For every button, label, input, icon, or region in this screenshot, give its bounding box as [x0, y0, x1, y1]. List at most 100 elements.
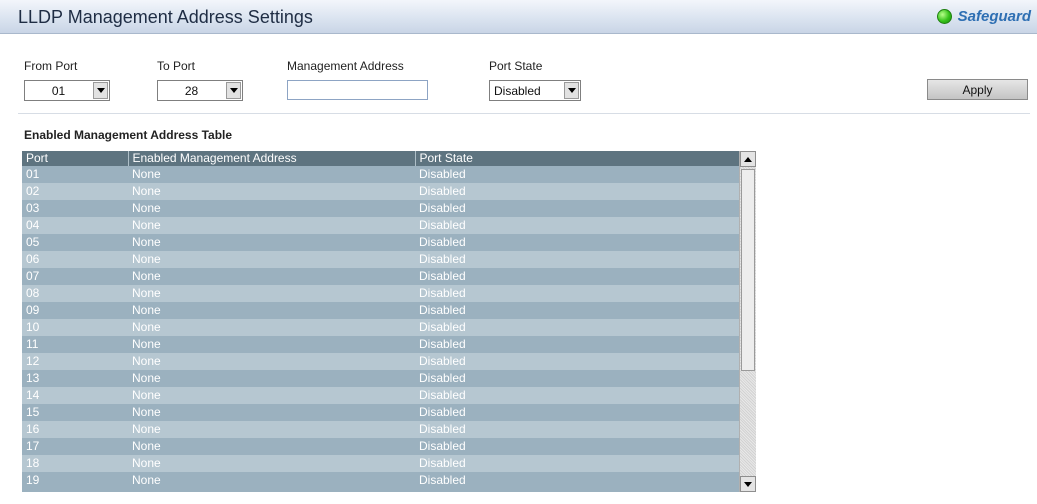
cell-port: 18	[22, 455, 128, 472]
to-port-select[interactable]: 28	[157, 80, 243, 101]
scroll-thumb[interactable]	[741, 169, 755, 371]
cell-address: None	[128, 353, 415, 370]
from-port-label: From Port	[24, 59, 78, 73]
chevron-down-icon[interactable]	[93, 82, 108, 99]
cell-port: 10	[22, 319, 128, 336]
table-row: 10 None Disabled	[22, 319, 739, 336]
safeguard-indicator[interactable]: Safeguard	[936, 8, 1031, 25]
cell-port: 01	[22, 166, 128, 183]
cell-address: None	[128, 251, 415, 268]
table-row: 09 None Disabled	[22, 302, 739, 319]
column-header-port: Port	[22, 151, 129, 166]
cell-port-state: Disabled	[415, 251, 739, 268]
table-row: 07 None Disabled	[22, 268, 739, 285]
to-port-label: To Port	[157, 59, 196, 73]
table-row: 03 None Disabled	[22, 200, 739, 217]
table-row: 01 None Disabled	[22, 166, 739, 183]
section-title: Enabled Management Address Table	[24, 128, 233, 142]
cell-port: 07	[22, 268, 128, 285]
title-bar: LLDP Management Address Settings Safegua…	[0, 0, 1037, 34]
cell-port-state: Disabled	[415, 234, 739, 251]
cell-port: 14	[22, 387, 128, 404]
cell-port: 13	[22, 370, 128, 387]
cell-port-state: Disabled	[415, 370, 739, 387]
management-address-label: Management Address	[287, 59, 404, 73]
table-row: 19 None Disabled	[22, 472, 739, 489]
cell-port: 02	[22, 183, 128, 200]
cell-address: None	[128, 455, 415, 472]
port-state-value: Disabled	[494, 83, 541, 98]
cell-address: None	[128, 285, 415, 302]
cell-port-state: Disabled	[415, 200, 739, 217]
cell-address: None	[128, 302, 415, 319]
cell-port: 09	[22, 302, 128, 319]
management-address-input[interactable]	[287, 80, 428, 100]
cell-address: None	[128, 234, 415, 251]
chevron-down-icon[interactable]	[564, 82, 579, 99]
table-row: 14 None Disabled	[22, 387, 739, 404]
cell-port-state: Disabled	[415, 336, 739, 353]
cell-port-state: Disabled	[415, 285, 739, 302]
green-led-icon	[936, 9, 952, 24]
safeguard-label: Safeguard	[957, 8, 1031, 25]
cell-port-state: Disabled	[415, 353, 739, 370]
from-port-select[interactable]: 01	[24, 80, 110, 101]
table-scrollbar[interactable]	[739, 151, 756, 492]
cell-port-state: Disabled	[415, 183, 739, 200]
cell-address: None	[128, 370, 415, 387]
column-header-port-state: Port State	[415, 151, 740, 166]
cell-address: None	[128, 387, 415, 404]
cell-address: None	[128, 472, 415, 489]
cell-port-state: Disabled	[415, 472, 739, 489]
arrow-up-icon[interactable]	[740, 151, 756, 167]
cell-port: 08	[22, 285, 128, 302]
cell-port: 17	[22, 438, 128, 455]
cell-port-state: Disabled	[415, 455, 739, 472]
cell-port-state: Disabled	[415, 421, 739, 438]
table-row: 15 None Disabled	[22, 404, 739, 421]
table-row: 05 None Disabled	[22, 234, 739, 251]
cell-address: None	[128, 438, 415, 455]
cell-address: None	[128, 404, 415, 421]
port-state-select[interactable]: Disabled	[489, 80, 581, 101]
cell-port: 11	[22, 336, 128, 353]
table-row: 16 None Disabled	[22, 421, 739, 438]
cell-address: None	[128, 319, 415, 336]
cell-port-state: Disabled	[415, 217, 739, 234]
cell-port-state: Disabled	[415, 387, 739, 404]
cell-port: 05	[22, 234, 128, 251]
cell-port-state: Disabled	[415, 404, 739, 421]
cell-port-state: Disabled	[415, 438, 739, 455]
table-row: 12 None Disabled	[22, 353, 739, 370]
table-row: 06 None Disabled	[22, 251, 739, 268]
column-header-address: Enabled Management Address	[128, 151, 416, 166]
cell-address: None	[128, 166, 415, 183]
cell-address: None	[128, 183, 415, 200]
cell-port: 19	[22, 472, 128, 489]
cell-port-state: Disabled	[415, 302, 739, 319]
cell-port: 15	[22, 404, 128, 421]
cell-port-state: Disabled	[415, 166, 739, 183]
cell-address: None	[128, 217, 415, 234]
cell-port: 03	[22, 200, 128, 217]
chevron-down-icon[interactable]	[226, 82, 241, 99]
address-table: Port Enabled Management Address Port Sta…	[22, 151, 740, 489]
cell-address: None	[128, 421, 415, 438]
cell-address: None	[128, 336, 415, 353]
table-row: 18 None Disabled	[22, 455, 739, 472]
table-row: 17 None Disabled	[22, 438, 739, 455]
arrow-down-icon[interactable]	[740, 476, 756, 492]
table-row: 04 None Disabled	[22, 217, 739, 234]
management-address-table: Port Enabled Management Address Port Sta…	[22, 151, 756, 492]
cell-port: 04	[22, 217, 128, 234]
from-port-value: 01	[51, 83, 66, 98]
cell-port: 16	[22, 421, 128, 438]
to-port-value: 28	[184, 83, 199, 98]
cell-port-state: Disabled	[415, 319, 739, 336]
cell-address: None	[128, 268, 415, 285]
divider	[18, 113, 1030, 114]
table-row: 02 None Disabled	[22, 183, 739, 200]
apply-button[interactable]: Apply	[927, 79, 1028, 100]
table-row: 08 None Disabled	[22, 285, 739, 302]
page-title: LLDP Management Address Settings	[18, 7, 313, 27]
